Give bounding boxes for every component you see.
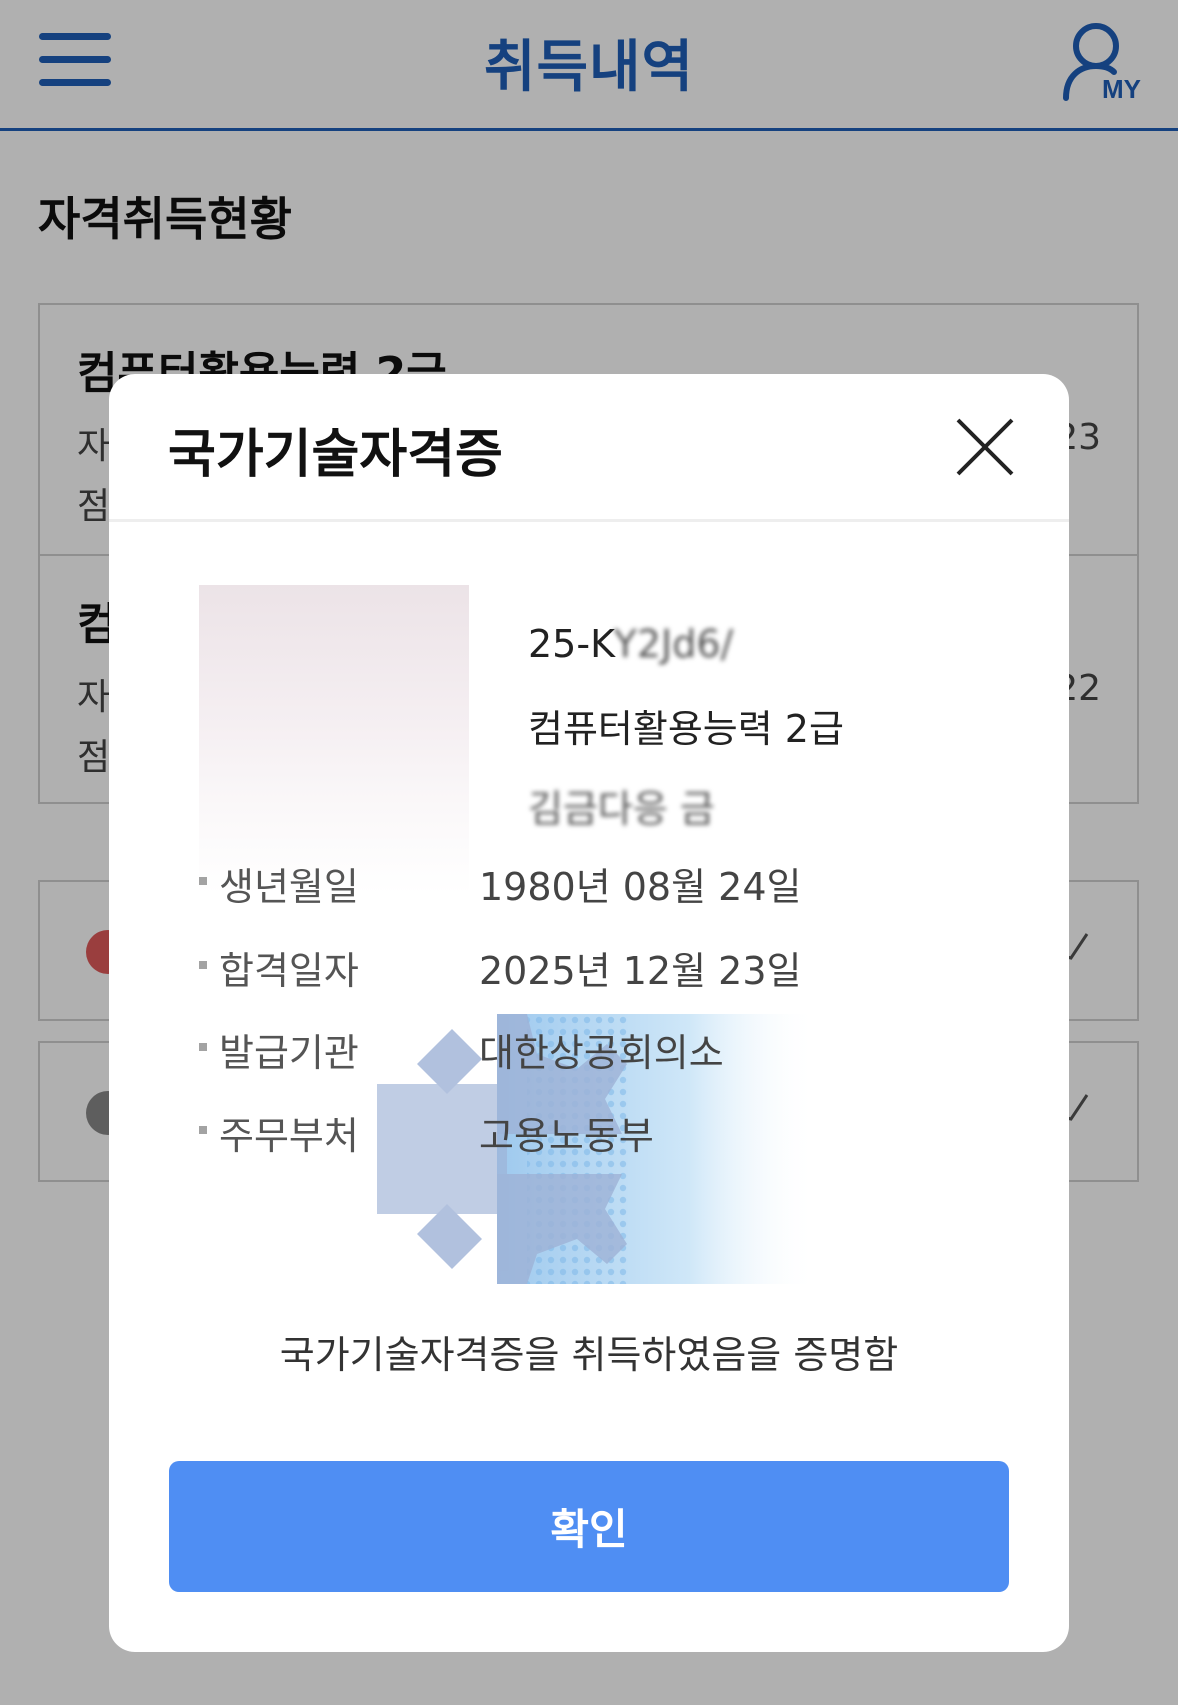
info-value: 고용노동부: [479, 1114, 654, 1158]
close-icon[interactable]: [952, 414, 1018, 480]
info-label: 주무부처: [219, 1114, 359, 1158]
modal-title: 국가기술자격증: [168, 425, 503, 485]
bullet-icon: [199, 961, 207, 969]
cert-number: 25-KY2Jd6/: [528, 622, 734, 666]
certification-statement: 국가기술자격증을 취득하였음을 증명함: [279, 1333, 899, 1377]
cert-name: 컴퓨터활용능력 2급: [528, 707, 844, 751]
info-label: 생년월일: [219, 865, 359, 909]
info-label: 합격일자: [219, 949, 359, 993]
bullet-icon: [199, 1043, 207, 1051]
info-value: 2025년 12월 23일: [479, 949, 802, 993]
bullet-icon: [199, 877, 207, 885]
cert-number-redacted: Y2Jd6/: [613, 622, 734, 666]
confirm-button[interactable]: 확인: [169, 1461, 1009, 1592]
holder-name-redacted: 김금다응 금: [528, 787, 715, 831]
info-value: 1980년 08월 24일: [479, 865, 802, 909]
certificate-modal: 국가기술자격증 25-KY2Jd6/ 컴퓨터활용능력 2급 김금다응 금 생년월…: [109, 374, 1069, 1652]
info-label: 발급기관: [219, 1031, 359, 1075]
holder-photo: [199, 585, 469, 895]
info-value: 대한상공회의소: [479, 1031, 724, 1075]
bullet-icon: [199, 1126, 207, 1134]
modal-header: 국가기술자격증: [109, 374, 1069, 522]
